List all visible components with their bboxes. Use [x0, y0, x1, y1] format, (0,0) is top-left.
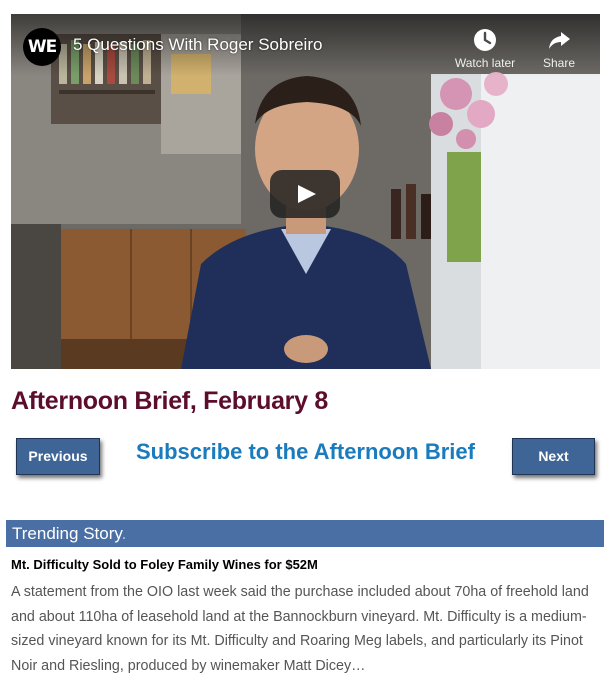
trending-label-dot: .: [121, 524, 127, 543]
channel-logo[interactable]: WE: [23, 28, 61, 66]
video-title[interactable]: 5 Questions With Roger Sobreiro: [73, 35, 322, 55]
subscribe-link[interactable]: Subscribe to the Afternoon Brief: [136, 439, 475, 465]
watch-later-label: Watch later: [454, 56, 516, 70]
play-button[interactable]: [270, 170, 340, 218]
story-excerpt: A statement from the OIO last week said …: [11, 584, 589, 674]
page-title: Afternoon Brief, February 8: [11, 387, 328, 415]
trending-header-bar: Trending Story.: [6, 520, 604, 547]
clock-icon: [474, 29, 496, 51]
watch-later-button[interactable]: Watch later: [449, 26, 521, 70]
share-label: Share: [542, 56, 576, 70]
video-player[interactable]: WE 5 Questions With Roger Sobreiro Watch…: [11, 14, 600, 369]
trending-label: Trending Story.: [12, 524, 126, 544]
story-headline-link[interactable]: Mt. Difficulty Sold to Foley Family Wine…: [11, 557, 318, 572]
share-button[interactable]: Share: [523, 26, 595, 70]
previous-button[interactable]: Previous: [16, 438, 100, 475]
share-arrow-icon: [549, 32, 570, 49]
play-icon: [298, 185, 316, 203]
next-button[interactable]: Next: [512, 438, 595, 475]
trending-label-text: Trending Story: [12, 524, 122, 543]
